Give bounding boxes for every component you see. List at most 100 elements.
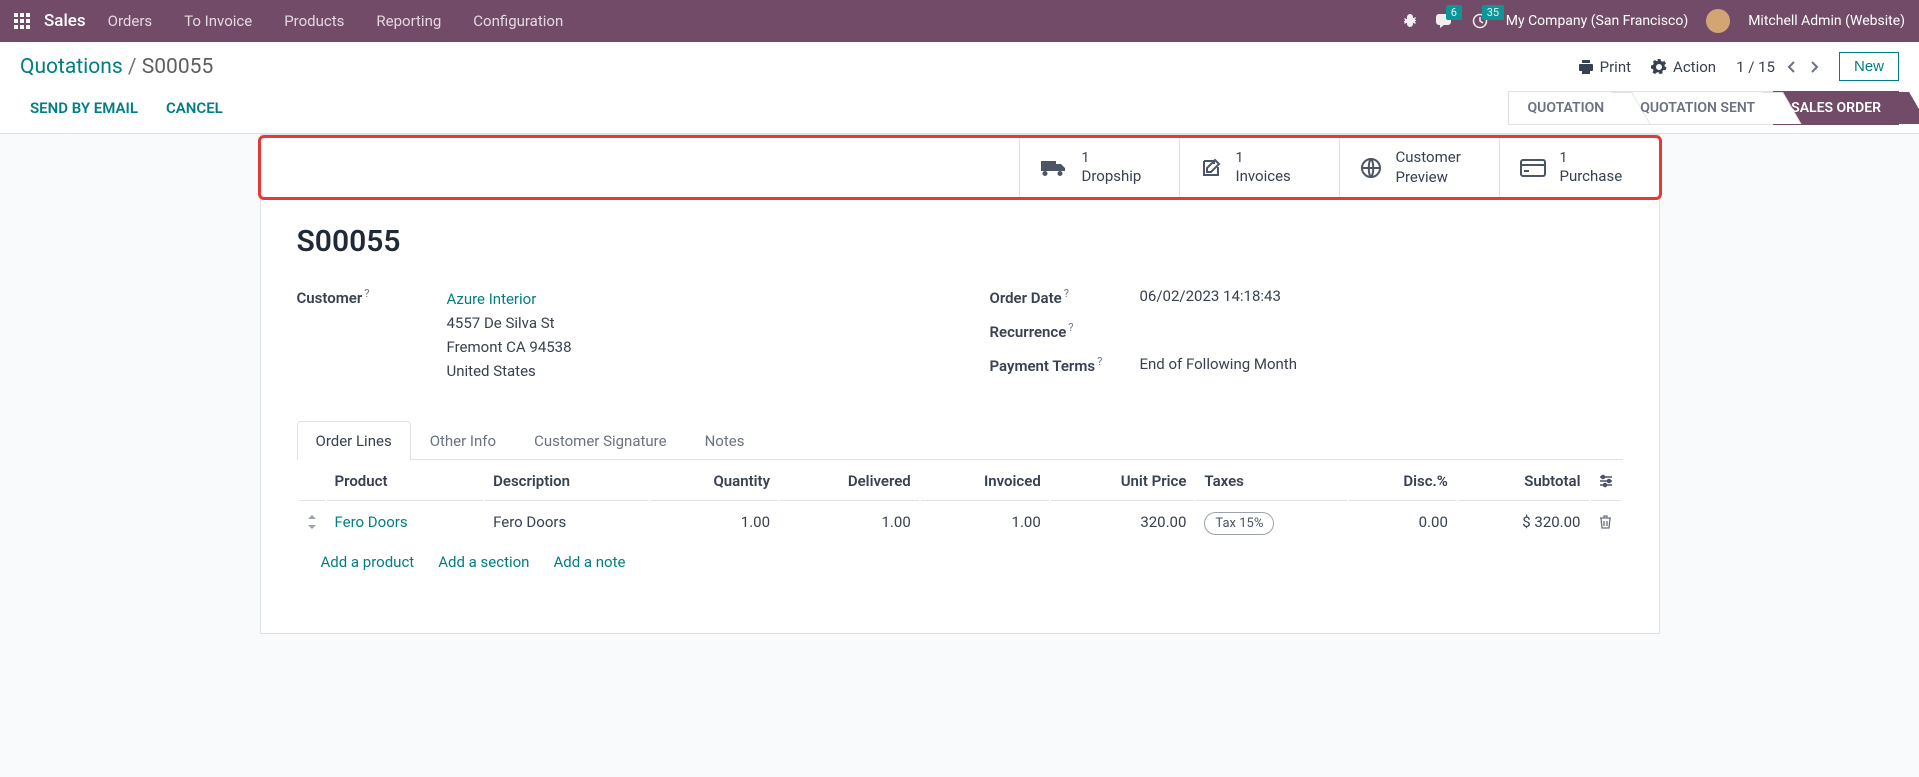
nav-brand[interactable]: Sales: [44, 11, 86, 31]
avatar[interactable]: [1706, 9, 1730, 33]
pager-next[interactable]: [1809, 60, 1819, 74]
customer-link[interactable]: Azure Interior: [447, 290, 537, 308]
stat-dropship-count: 1: [1082, 149, 1142, 167]
action-button[interactable]: Action: [1651, 58, 1716, 76]
status-quotation[interactable]: QUOTATION: [1508, 91, 1622, 125]
recurrence-label: Recurrence?: [990, 321, 1140, 341]
address-line3: United States: [447, 359, 572, 383]
table-row[interactable]: Fero Doors Fero Doors 1.00 1.00 1.00 320…: [299, 503, 1621, 541]
nav-right: 6 35 My Company (San Francisco) Mitchell…: [1402, 9, 1905, 33]
drag-handle[interactable]: [299, 503, 325, 541]
stat-purchase[interactable]: 1 Purchase: [1499, 138, 1659, 197]
stat-invoices[interactable]: 1 Invoices: [1179, 138, 1339, 197]
truck-icon: [1040, 158, 1068, 178]
form-sheet: 1 Dropship 1 Invoices Customer: [260, 134, 1660, 634]
control-panel: Quotations / S00055 Print Action 1 / 15: [0, 42, 1919, 134]
record-title: S00055: [297, 224, 1623, 259]
pager: 1 / 15: [1736, 58, 1819, 76]
print-icon: [1578, 59, 1594, 75]
nav-menu-to-invoice[interactable]: To Invoice: [184, 12, 252, 30]
th-options[interactable]: [1591, 462, 1621, 501]
cell-invoiced[interactable]: 1.00: [921, 503, 1049, 541]
stat-purchase-count: 1: [1560, 149, 1623, 167]
nav-menu-orders[interactable]: Orders: [108, 12, 153, 30]
tabs: Order Lines Other Info Customer Signatur…: [297, 421, 1623, 460]
payment-terms-label: Payment Terms?: [990, 355, 1140, 375]
cell-unit-price[interactable]: 320.00: [1051, 503, 1195, 541]
cell-disc[interactable]: 0.00: [1349, 503, 1455, 541]
th-disc[interactable]: Disc.%: [1349, 462, 1455, 501]
company-switcher[interactable]: My Company (San Francisco): [1506, 13, 1688, 29]
trash-icon: [1599, 515, 1612, 529]
stat-invoices-label: Invoices: [1236, 167, 1291, 187]
th-product[interactable]: Product: [327, 462, 484, 501]
th-taxes[interactable]: Taxes: [1196, 462, 1347, 501]
send-by-email-button[interactable]: SEND BY EMAIL: [30, 99, 138, 117]
order-lines-table: Product Description Quantity Delivered I…: [297, 460, 1623, 543]
payment-terms-value[interactable]: End of Following Month: [1140, 355, 1297, 373]
stat-preview-l2: Preview: [1396, 168, 1461, 188]
th-unit-price[interactable]: Unit Price: [1051, 462, 1195, 501]
cell-quantity[interactable]: 1.00: [650, 503, 778, 541]
address-line1: 4557 De Silva St: [447, 311, 572, 335]
pager-prev[interactable]: [1787, 60, 1797, 74]
add-section-link[interactable]: Add a section: [438, 553, 529, 571]
help-icon[interactable]: ?: [1068, 321, 1073, 334]
th-quantity[interactable]: Quantity: [650, 462, 778, 501]
tab-notes[interactable]: Notes: [686, 421, 764, 460]
product-link[interactable]: Fero Doors: [335, 513, 408, 531]
globe-icon: [1360, 157, 1382, 179]
tax-badge[interactable]: Tax 15%: [1204, 512, 1274, 535]
bug-icon[interactable]: [1402, 13, 1418, 29]
pager-text[interactable]: 1 / 15: [1736, 58, 1775, 76]
stat-preview[interactable]: Customer Preview: [1339, 138, 1499, 197]
tab-customer-signature[interactable]: Customer Signature: [515, 421, 686, 460]
nav-menu-reporting[interactable]: Reporting: [376, 12, 441, 30]
print-button[interactable]: Print: [1578, 58, 1631, 76]
breadcrumb: Quotations / S00055: [20, 55, 213, 79]
gear-icon: [1651, 59, 1667, 75]
stat-invoices-count: 1: [1236, 149, 1291, 167]
chevron-left-icon: [1787, 60, 1797, 74]
stat-buttons: 1 Dropship 1 Invoices Customer: [258, 135, 1662, 200]
stat-dropship-label: Dropship: [1082, 167, 1142, 187]
statusbar: QUOTATION QUOTATION SENT SALES ORDER: [1508, 91, 1899, 125]
credit-card-icon: [1520, 159, 1546, 177]
clock-icon[interactable]: 35: [1472, 13, 1488, 29]
cell-delivered[interactable]: 1.00: [780, 503, 919, 541]
help-icon[interactable]: ?: [364, 287, 369, 300]
cell-description[interactable]: Fero Doors: [485, 503, 648, 541]
delete-row[interactable]: [1591, 503, 1621, 541]
chat-icon[interactable]: 6: [1436, 13, 1454, 29]
th-invoiced[interactable]: Invoiced: [921, 462, 1049, 501]
cell-subtotal: $ 320.00: [1458, 503, 1589, 541]
customer-label: Customer?: [297, 287, 447, 307]
th-description[interactable]: Description: [485, 462, 648, 501]
stat-preview-l1: Customer: [1396, 148, 1461, 168]
tab-order-lines[interactable]: Order Lines: [297, 421, 411, 460]
nav-menu-products[interactable]: Products: [284, 12, 344, 30]
help-icon[interactable]: ?: [1064, 287, 1069, 300]
activity-badge: 35: [1482, 5, 1504, 20]
pencil-square-icon: [1200, 157, 1222, 179]
breadcrumb-parent[interactable]: Quotations: [20, 55, 123, 79]
nav-menu: Orders To Invoice Products Reporting Con…: [108, 12, 1402, 30]
user-menu[interactable]: Mitchell Admin (Website): [1748, 13, 1905, 29]
apps-icon[interactable]: [14, 13, 30, 29]
cancel-button[interactable]: CANCEL: [166, 99, 223, 117]
navbar: Sales Orders To Invoice Products Reporti…: [0, 0, 1919, 42]
th-delivered[interactable]: Delivered: [780, 462, 919, 501]
th-subtotal[interactable]: Subtotal: [1458, 462, 1589, 501]
help-icon[interactable]: ?: [1097, 355, 1102, 368]
stat-dropship[interactable]: 1 Dropship: [1019, 138, 1179, 197]
address-line2: Fremont CA 94538: [447, 335, 572, 359]
stat-purchase-label: Purchase: [1560, 167, 1623, 187]
add-note-link[interactable]: Add a note: [553, 553, 625, 571]
add-product-link[interactable]: Add a product: [321, 553, 415, 571]
nav-menu-configuration[interactable]: Configuration: [473, 12, 563, 30]
new-button[interactable]: New: [1839, 52, 1899, 81]
breadcrumb-current: S00055: [142, 55, 213, 79]
tab-other-info[interactable]: Other Info: [411, 421, 515, 460]
order-date-value: 06/02/2023 14:18:43: [1140, 287, 1281, 305]
chat-badge: 6: [1446, 5, 1462, 20]
